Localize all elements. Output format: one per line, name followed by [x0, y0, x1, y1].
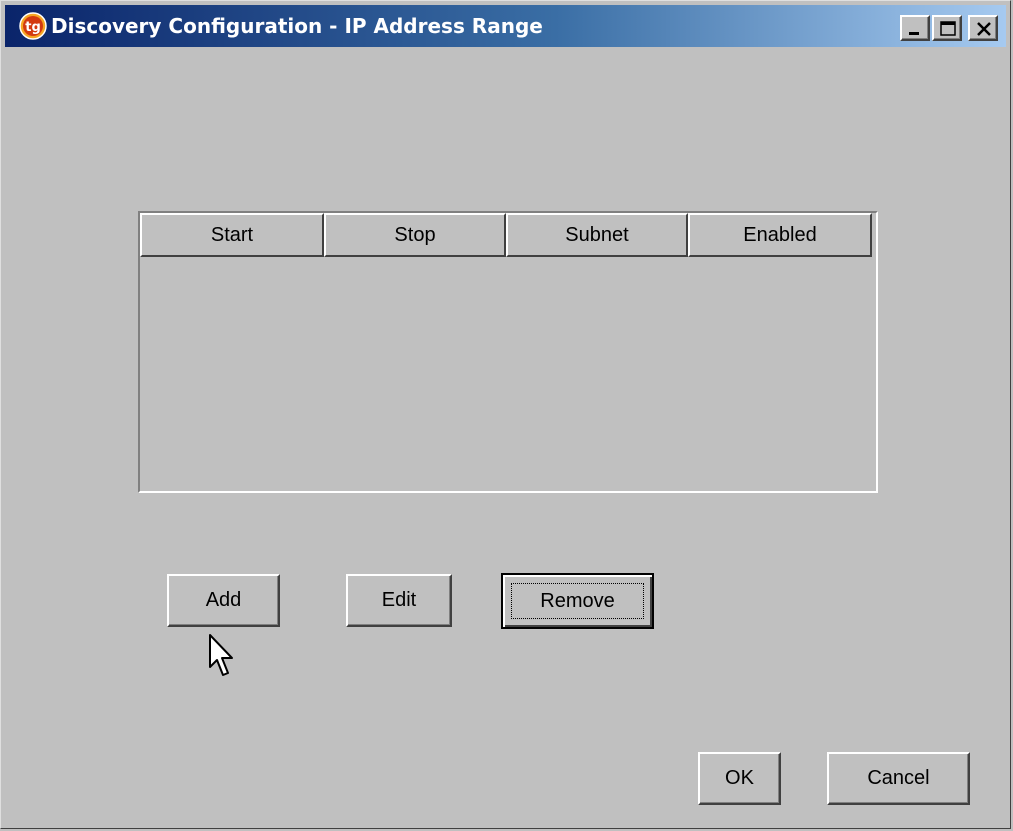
dialog-window: tg Discovery Configuration - IP Address … [0, 0, 1011, 829]
title-bar[interactable]: tg Discovery Configuration - IP Address … [5, 5, 1006, 47]
table-header: Start Stop Subnet Enabled [140, 213, 872, 257]
ok-button[interactable]: OK [698, 752, 781, 805]
minimize-icon [909, 32, 919, 35]
remove-button[interactable]: Remove [501, 573, 654, 629]
column-header-start[interactable]: Start [140, 213, 324, 257]
cancel-button[interactable]: Cancel [827, 752, 970, 805]
column-header-stop[interactable]: Stop [324, 213, 506, 257]
close-button[interactable] [968, 15, 998, 41]
tg-logo-icon[interactable]: tg [19, 12, 47, 40]
close-icon [977, 22, 991, 36]
ip-range-table[interactable]: Start Stop Subnet Enabled [138, 211, 878, 493]
remove-button-label: Remove [540, 589, 615, 612]
window-title: Discovery Configuration - IP Address Ran… [51, 14, 543, 38]
column-header-subnet[interactable]: Subnet [506, 213, 688, 257]
maximize-button[interactable] [932, 15, 962, 41]
svg-text:tg: tg [25, 20, 41, 35]
column-header-enabled[interactable]: Enabled [688, 213, 872, 257]
mouse-pointer-icon [209, 634, 233, 676]
add-button[interactable]: Add [167, 574, 280, 627]
edit-button[interactable]: Edit [346, 574, 452, 627]
minimize-button[interactable] [900, 15, 930, 41]
maximize-icon [940, 21, 956, 36]
